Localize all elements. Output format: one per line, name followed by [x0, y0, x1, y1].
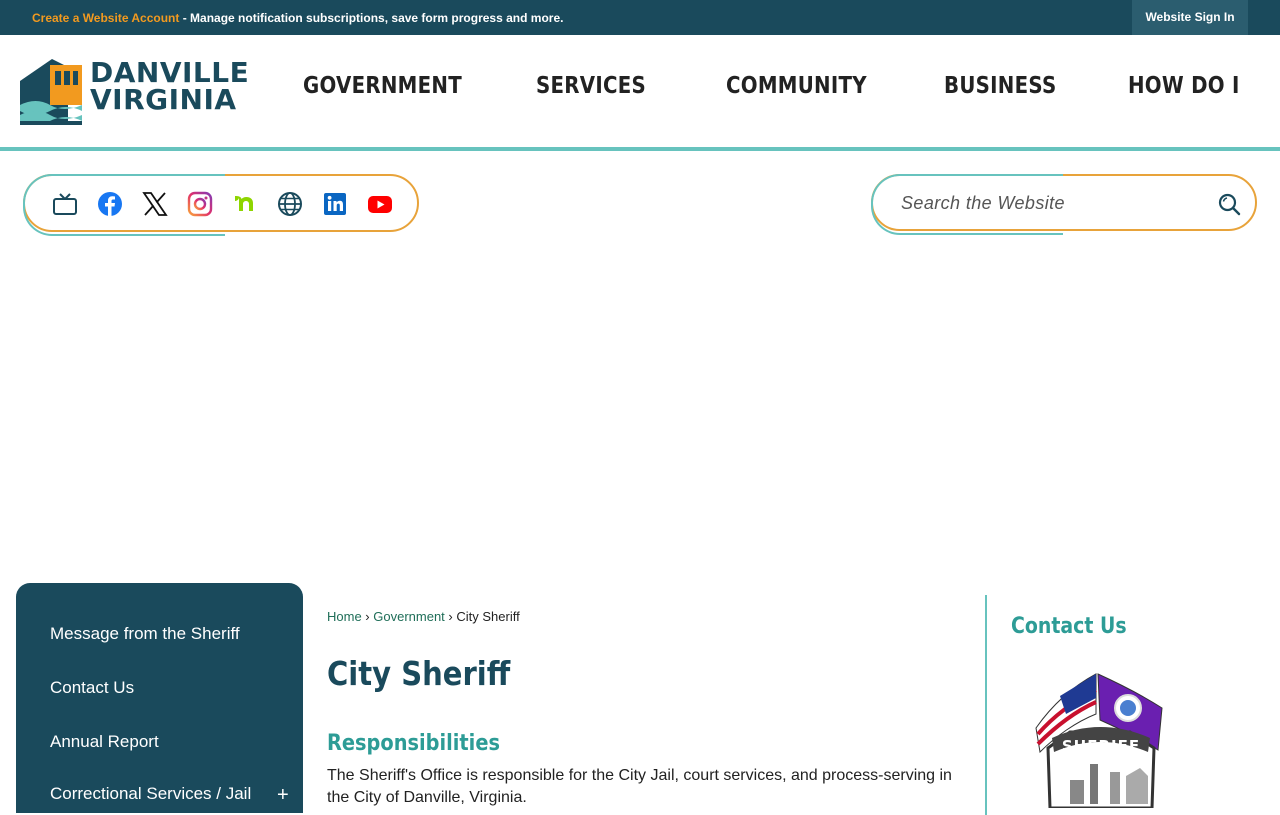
nav-government[interactable]: GOVERNMENT — [303, 73, 462, 99]
section-heading-responsibilities: Responsibilities — [327, 731, 500, 756]
website-sign-in-button[interactable]: Website Sign In — [1132, 0, 1248, 35]
account-notice-message: - Manage notification subscriptions, sav… — [179, 11, 564, 25]
search-input[interactable] — [901, 190, 1201, 216]
sidebar-item-annual-report[interactable]: Annual Report — [50, 732, 159, 752]
search-icon[interactable] — [1217, 192, 1241, 216]
page-title: City Sheriff — [327, 654, 511, 693]
social-media-bar — [23, 174, 419, 236]
breadcrumb-separator: › — [444, 609, 457, 624]
contact-us-heading: Contact Us — [1011, 614, 1127, 639]
account-notice: Create a Website Account - Manage notifi… — [32, 11, 563, 25]
sidebar-item-correctional-services-jail[interactable]: Correctional Services / Jail — [50, 784, 251, 804]
sidebar-item-message-from-the-sheriff[interactable]: Message from the Sheriff — [50, 624, 240, 644]
sheriff-badge-image: SHERIFF — [1030, 668, 1170, 810]
instagram-icon[interactable] — [187, 191, 213, 217]
x-icon[interactable] — [142, 191, 168, 217]
linkedin-icon[interactable] — [322, 191, 348, 217]
top-notification-bar: Create a Website Account - Manage notifi… — [0, 0, 1280, 35]
tv-icon[interactable] — [52, 191, 78, 217]
breadcrumb-current: City Sheriff — [456, 609, 520, 624]
danville-virginia-logo[interactable]: DANVILLE VIRGINIA — [16, 55, 249, 129]
expand-plus-icon[interactable]: + — [277, 784, 289, 807]
site-header: DANVILLE VIRGINIA GOVERNMENT SERVICES CO… — [0, 35, 1280, 148]
breadcrumb-home[interactable]: Home — [327, 609, 362, 624]
logo-line-2: VIRGINIA — [90, 83, 237, 116]
create-account-link[interactable]: Create a Website Account — [32, 11, 179, 25]
breadcrumb-separator: › — [361, 609, 374, 624]
responsibilities-paragraph: The Sheriff's Office is responsible for … — [327, 767, 952, 806]
youtube-icon[interactable] — [367, 191, 393, 217]
nav-business[interactable]: BUSINESS — [944, 73, 1056, 99]
site-search — [871, 174, 1257, 235]
badge-text: SHERIFF — [1062, 737, 1140, 755]
facebook-icon[interactable] — [97, 191, 123, 217]
sheriff-badge-icon: SHERIFF — [1035, 673, 1163, 810]
sidebar-nav: Message from the Sheriff Contact Us Annu… — [16, 583, 303, 813]
globe-icon[interactable] — [277, 191, 303, 217]
logo-line-1: DANVILLE — [90, 56, 250, 89]
column-divider — [985, 595, 987, 815]
breadcrumb: Home › Government › City Sheriff — [327, 609, 520, 624]
nav-how-do-i[interactable]: HOW DO I — [1128, 73, 1240, 99]
breadcrumb-government[interactable]: Government — [373, 609, 445, 624]
sidebar-item-contact-us[interactable]: Contact Us — [50, 678, 134, 698]
nav-community[interactable]: COMMUNITY — [726, 73, 867, 99]
logo-wordmark: DANVILLE VIRGINIA — [90, 56, 250, 116]
nav-services[interactable]: SERVICES — [536, 73, 646, 99]
logo-mark-icon — [20, 59, 82, 125]
nextdoor-icon[interactable] — [232, 191, 258, 217]
header-divider — [0, 147, 1280, 151]
